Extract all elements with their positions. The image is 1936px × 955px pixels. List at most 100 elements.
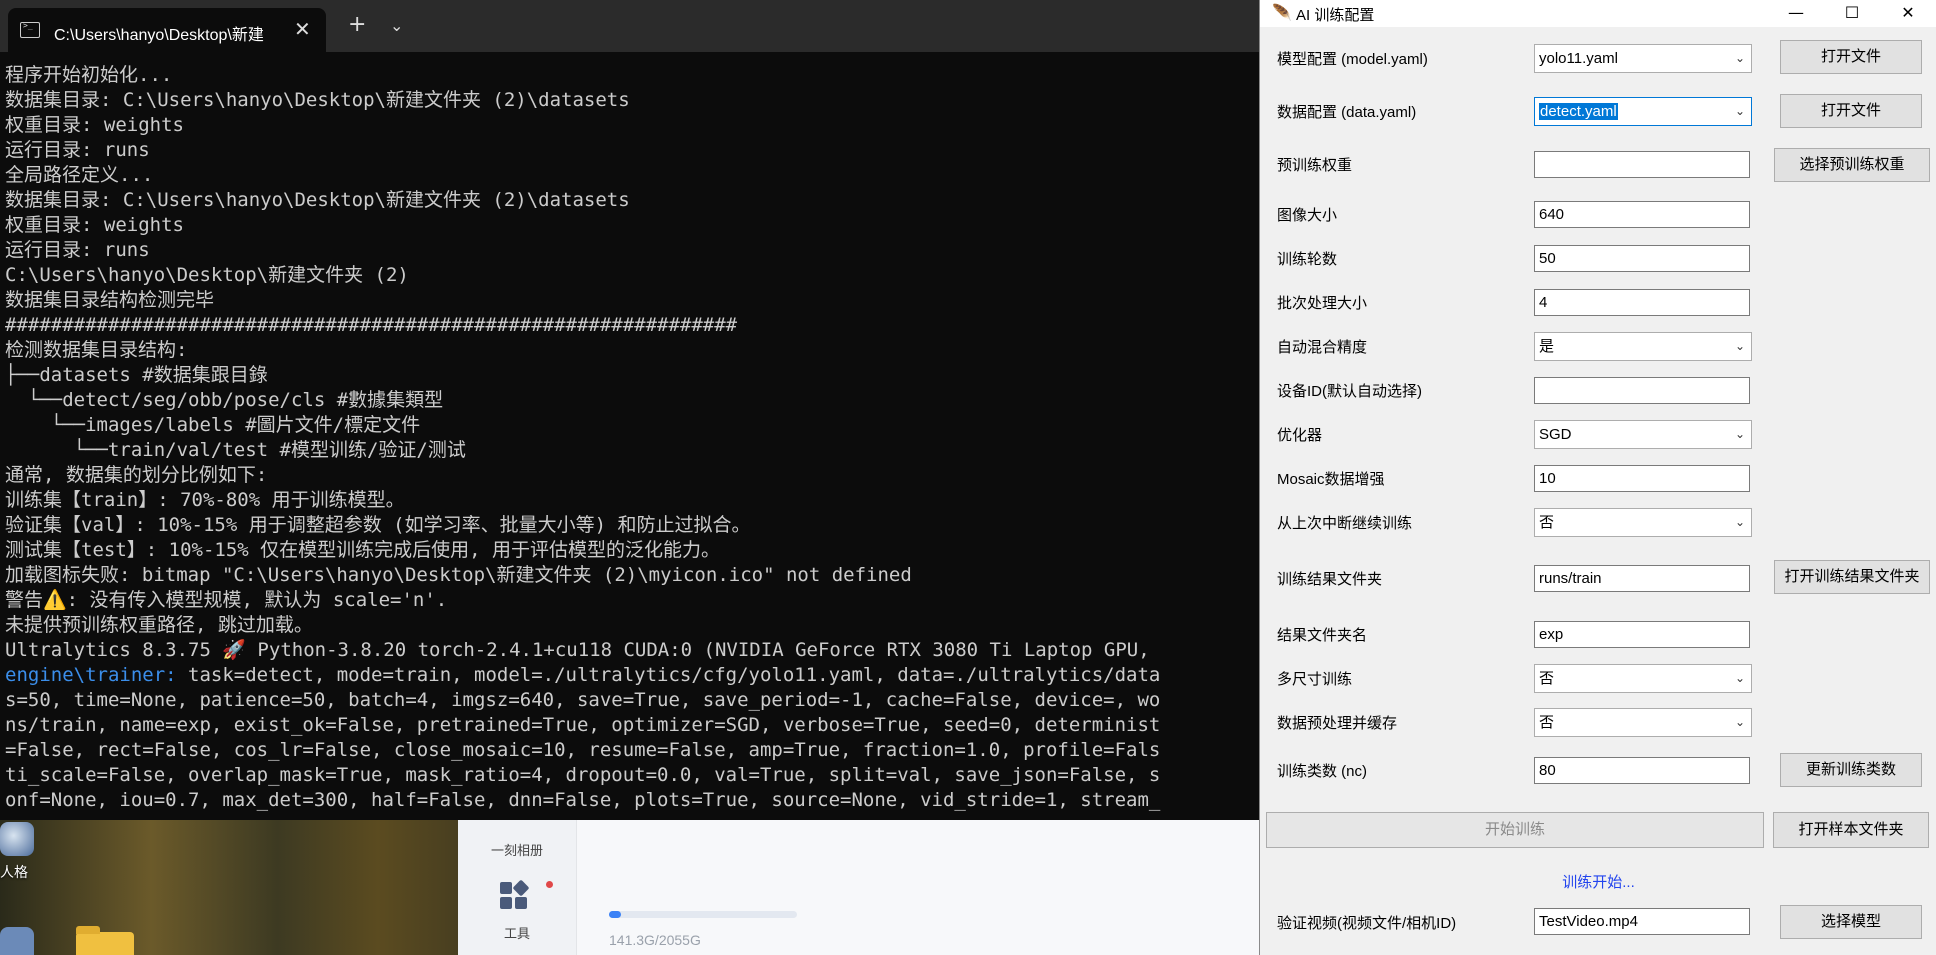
start-training-button[interactable]: 开始训练 (1266, 812, 1764, 848)
video-label: 验证视频(视频文件/相机ID) (1277, 915, 1457, 932)
row-action-button[interactable]: 打开文件 (1780, 40, 1922, 74)
chevron-down-icon[interactable]: ⌄ (1735, 421, 1745, 448)
field-input[interactable]: 50 (1534, 245, 1750, 272)
ai-training-config-window: 🪶 AI 训练配置 — ☐ ✕ 模型配置 (model.yaml) yolo11.… (1259, 0, 1936, 955)
terminal-line: 未提供预训练权重路径, 跳过加载。 (5, 614, 313, 636)
field-label: 训练轮数 (1277, 251, 1338, 268)
terminal-line: s=50, time=None, patience=50, batch=4, i… (5, 689, 1161, 711)
chevron-down-icon[interactable]: ⌄ (1735, 509, 1745, 536)
field-label: 预训练权重 (1277, 157, 1353, 174)
field-input[interactable]: runs/train (1534, 565, 1750, 592)
field-input[interactable]: 4 (1534, 289, 1750, 316)
maximize-icon[interactable]: ☐ (1824, 0, 1880, 27)
row-action-button[interactable]: 更新训练类数 (1780, 753, 1922, 787)
field-label: 优化器 (1277, 427, 1323, 444)
field-label: 从上次中断继续训练 (1277, 515, 1413, 532)
chevron-down-icon[interactable]: ⌄ (1735, 98, 1745, 125)
engine-prefix: engine\trainer: (5, 664, 177, 686)
window-title: AI 训练配置 (1296, 7, 1375, 24)
desktop-app-icon-2[interactable] (0, 927, 34, 955)
desktop-app-icon[interactable] (0, 822, 34, 856)
terminal-line: 数据集目录结构检测完毕 (5, 289, 215, 311)
field-dropdown[interactable]: detect.yaml ⌄ (1534, 97, 1752, 126)
dropdown-value: 否 (1539, 714, 1555, 731)
folder-icon[interactable] (76, 926, 134, 955)
field-dropdown[interactable]: 否 ⌄ (1534, 708, 1752, 737)
terminal-line: ########################################… (5, 314, 738, 336)
sidebar-item-tools[interactable]: 工具 (458, 923, 576, 942)
minimize-icon[interactable]: — (1768, 0, 1824, 27)
terminal-tab-title: C:\Users\hanyo\Desktop\新建 (54, 27, 264, 44)
field-input[interactable] (1534, 377, 1750, 404)
video-input[interactable]: TestVideo.mp4 (1534, 908, 1750, 935)
field-label: 图像大小 (1277, 207, 1338, 224)
terminal-tab[interactable]: C:\Users\hanyo\Desktop\新建 ✕ (8, 8, 326, 52)
field-dropdown[interactable]: yolo11.yaml ⌄ (1534, 44, 1752, 73)
new-tab-icon[interactable]: + (348, 14, 366, 36)
notification-dot (546, 881, 553, 888)
chevron-down-icon[interactable]: ⌄ (1735, 45, 1745, 72)
terminal-line: 权重目录: weights (5, 114, 184, 136)
terminal-line: 全局路径定义... (5, 164, 154, 186)
window-titlebar: 🪶 AI 训练配置 — ☐ ✕ (1260, 0, 1936, 27)
dropdown-value: 否 (1539, 670, 1555, 687)
field-input[interactable]: 80 (1534, 757, 1750, 784)
terminal-line: C:\Users\hanyo\Desktop\新建文件夹 (2) (5, 264, 409, 286)
field-label: 训练结果文件夹 (1277, 571, 1383, 588)
terminal-line: └──images/labels #圖片文件/標定文件 (5, 414, 421, 436)
select-model-button[interactable]: 选择模型 (1780, 905, 1922, 939)
terminal-line: 程序开始初始化... (5, 64, 173, 86)
field-input[interactable]: 640 (1534, 201, 1750, 228)
terminal-line: 验证集【val】: 10%-15% 用于调整超参数 (如学习率、批量大小等) 和… (5, 514, 751, 536)
terminal-line: └──detect/seg/obb/pose/cls #數據集類型 (5, 389, 444, 411)
field-label: 自动混合精度 (1277, 339, 1368, 356)
terminal-line: 通常, 数据集的划分比例如下: (5, 464, 268, 486)
field-input[interactable] (1534, 151, 1750, 178)
terminal-output[interactable]: 程序开始初始化... 数据集目录: C:\Users\hanyo\Desktop\… (0, 52, 1260, 820)
terminal-line: 运行目录: runs (5, 139, 150, 161)
field-label: 批次处理大小 (1277, 295, 1368, 312)
terminal-line: └──train/val/test #模型训练/验证/测试 (5, 439, 466, 461)
field-label: 结果文件夹名 (1277, 627, 1368, 644)
terminal-line: 训练集【train】: 70%-80% 用于训练模型。 (5, 489, 405, 511)
chevron-down-icon[interactable]: ⌄ (1735, 709, 1745, 736)
terminal-titlebar: C:\Users\hanyo\Desktop\新建 ✕ + ⌄ (0, 0, 1260, 52)
tools-icon[interactable] (500, 879, 530, 910)
terminal-line: ti_scale=False, overlap_mask=True, mask_… (5, 764, 1161, 786)
chevron-down-icon[interactable]: ⌄ (1735, 333, 1745, 360)
close-icon[interactable]: ✕ (1880, 0, 1936, 27)
storage-progress-bar (609, 911, 797, 918)
terminal-line: 加载图标失败: bitmap "C:\Users\hanyo\Desktop\新… (5, 564, 912, 586)
feather-icon: 🪶 (1272, 3, 1292, 22)
field-label: 多尺寸训练 (1277, 671, 1353, 688)
field-dropdown[interactable]: SGD ⌄ (1534, 420, 1752, 449)
dropdown-value: detect.yaml (1539, 103, 1618, 120)
chevron-down-icon[interactable]: ⌄ (390, 16, 403, 35)
row-action-button[interactable]: 打开训练结果文件夹 (1774, 560, 1930, 594)
terminal-line: ├──datasets #数据集跟目錄 (5, 364, 268, 386)
field-label: 数据配置 (data.yaml) (1277, 104, 1417, 121)
field-label: 设备ID(默认自动选择) (1277, 383, 1422, 400)
sidebar-item-album[interactable]: 一刻相册 (458, 840, 576, 859)
dropdown-value: 是 (1539, 338, 1555, 355)
terminal-line: 警告⚠️: 没有传入模型规模, 默认为 scale='n'. (5, 589, 448, 611)
field-dropdown[interactable]: 否 ⌄ (1534, 664, 1752, 693)
open-samples-folder-button[interactable]: 打开样本文件夹 (1773, 812, 1929, 848)
chevron-down-icon[interactable]: ⌄ (1735, 665, 1745, 692)
field-input[interactable]: exp (1534, 621, 1750, 648)
terminal-line: onf=None, iou=0.7, max_det=300, half=Fal… (5, 789, 1161, 811)
row-action-button[interactable]: 选择预训练权重 (1774, 148, 1930, 182)
status-text: 训练开始... (1562, 874, 1635, 891)
terminal-line: 权重目录: weights (5, 214, 184, 236)
field-label: 数据预处理并缓存 (1277, 715, 1398, 732)
terminal-line: 检测数据集目录结构: (5, 339, 188, 361)
field-dropdown[interactable]: 否 ⌄ (1534, 508, 1752, 537)
field-label: 模型配置 (model.yaml) (1277, 51, 1428, 68)
field-dropdown[interactable]: 是 ⌄ (1534, 332, 1752, 361)
field-input[interactable]: 10 (1534, 465, 1750, 492)
dropdown-value: SGD (1539, 426, 1572, 443)
field-label: Mosaic数据增强 (1277, 471, 1385, 488)
terminal-icon (20, 21, 40, 38)
row-action-button[interactable]: 打开文件 (1780, 94, 1922, 128)
close-tab-icon[interactable]: ✕ (294, 17, 311, 41)
